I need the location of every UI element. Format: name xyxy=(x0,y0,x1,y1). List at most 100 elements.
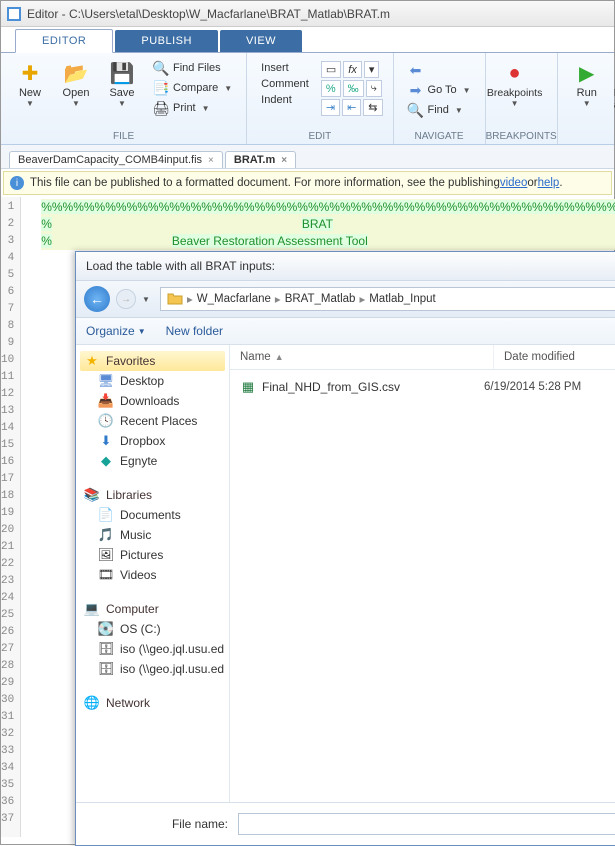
pictures-icon: 🖼 xyxy=(98,547,114,563)
sidebar-network-header[interactable]: 🌐Network xyxy=(80,693,225,713)
breakpoint-icon: ● xyxy=(503,61,527,85)
egnyte-icon: ◆ xyxy=(98,453,114,469)
print-button[interactable]: 🖨 Print ▼ xyxy=(149,99,236,117)
sidebar-item-recent[interactable]: 🕓Recent Places xyxy=(80,411,225,431)
sidebar-favorites-header[interactable]: ★Favorites xyxy=(80,351,225,371)
insert-more-button[interactable]: ▾ xyxy=(364,61,380,78)
dialog-bottom: File name: xyxy=(76,802,615,845)
nav-back-button[interactable]: ← xyxy=(84,286,110,312)
breadcrumb-item[interactable]: Matlab_Input xyxy=(369,293,436,305)
nav-history-dropdown[interactable]: ▼ xyxy=(142,295,154,304)
dialog-toolbar: Organize▼ New folder xyxy=(76,318,615,345)
group-title-edit: EDIT xyxy=(247,129,392,144)
app-icon xyxy=(7,7,21,21)
sidebar-item-drive-c[interactable]: 💽OS (C:) xyxy=(80,619,225,639)
ribbon-group-run: ▶ Run ▼ ▶ Run a Tim xyxy=(558,53,615,144)
documents-icon: 📄 xyxy=(98,507,114,523)
address-bar[interactable]: ▸ W_Macfarlane ▸ BRAT_Matlab ▸ Matlab_In… xyxy=(160,287,615,311)
sidebar-item-downloads[interactable]: 📥Downloads xyxy=(80,391,225,411)
filename-input[interactable] xyxy=(238,813,615,835)
new-folder-button[interactable]: New folder xyxy=(166,324,223,338)
arrow-left-icon: ⬅ xyxy=(408,62,424,78)
drive-icon: 💽 xyxy=(98,621,114,637)
comment-button[interactable]: Comment xyxy=(257,77,313,91)
folder-icon xyxy=(167,291,183,307)
goto-button[interactable]: ➡Go To▼ xyxy=(404,81,475,99)
compare-button[interactable]: 📑 Compare ▼ xyxy=(149,79,236,97)
breadcrumb-separator: ▸ xyxy=(185,292,195,306)
find-button[interactable]: 🔍Find▼ xyxy=(404,101,475,119)
tab-view[interactable]: VIEW xyxy=(220,30,302,52)
close-icon[interactable]: × xyxy=(281,155,287,166)
file-tab[interactable]: BRAT.m × xyxy=(225,151,296,168)
new-button[interactable]: ✚ New ▼ xyxy=(7,57,53,108)
insert-section-button[interactable]: ▭ xyxy=(321,61,341,78)
sidebar-item-videos[interactable]: 🎞Videos xyxy=(80,565,225,585)
dropdown-icon: ▼ xyxy=(511,99,519,108)
save-button[interactable]: 💾 Save ▼ xyxy=(99,57,145,108)
network-drive-icon: 🗄 xyxy=(98,661,114,677)
sidebar-item-pictures[interactable]: 🖼Pictures xyxy=(80,545,225,565)
insert-button[interactable]: Insert xyxy=(257,61,313,75)
dialog-title: Load the table with all BRAT inputs: xyxy=(76,252,615,281)
dropdown-icon: ▼ xyxy=(463,86,471,95)
sidebar-computer-header[interactable]: 💻Computer xyxy=(80,599,225,619)
filename-label: File name: xyxy=(88,817,238,831)
sidebar-item-network-drive[interactable]: 🗄iso (\\geo.jql.usu.ed xyxy=(80,659,225,679)
comment-pct-button[interactable]: % xyxy=(321,80,341,97)
organize-button[interactable]: Organize▼ xyxy=(86,324,146,338)
tab-publish[interactable]: PUBLISH xyxy=(115,30,218,52)
breadcrumb-item[interactable]: W_Macfarlane xyxy=(197,293,271,305)
sort-asc-icon: ▲ xyxy=(275,352,284,362)
breadcrumb-item[interactable]: BRAT_Matlab xyxy=(285,293,356,305)
insert-fx-button[interactable]: fx xyxy=(343,61,362,78)
compare-icon: 📑 xyxy=(153,80,169,96)
indent-left-button[interactable]: ⇤ xyxy=(342,99,361,116)
group-title-navigate: NAVIGATE xyxy=(394,129,485,144)
file-list-body[interactable]: ▦ Final_NHD_from_GIS.csv 6/19/2014 5:28 … xyxy=(230,370,615,802)
file-row[interactable]: ▦ Final_NHD_from_GIS.csv 6/19/2014 5:28 … xyxy=(230,376,615,398)
column-header-date[interactable]: Date modified xyxy=(494,345,615,369)
group-title-file: FILE xyxy=(1,129,246,144)
libraries-icon: 📚 xyxy=(84,487,100,503)
sidebar-item-music[interactable]: 🎵Music xyxy=(80,525,225,545)
smart-indent-button[interactable]: ⇆ xyxy=(363,99,382,116)
network-icon: 🌐 xyxy=(84,695,100,711)
tab-editor[interactable]: EDITOR xyxy=(15,29,113,53)
run-button[interactable]: ▶ Run ▼ xyxy=(564,57,610,108)
ribbon-tabs: EDITOR PUBLISH VIEW xyxy=(1,27,614,53)
close-icon[interactable]: × xyxy=(208,155,214,166)
sidebar-item-egnyte[interactable]: ◆Egnyte xyxy=(80,451,225,471)
dropdown-icon: ▼ xyxy=(138,327,146,336)
ribbon-group-breakpoints: ● Breakpoints ▼ BREAKPOINTS xyxy=(486,53,558,144)
find-files-button[interactable]: 🔍 Find Files xyxy=(149,59,236,77)
file-tab[interactable]: BeaverDamCapacity_COMB4input.fis × xyxy=(9,151,223,168)
sidebar-item-dropbox[interactable]: ⬇Dropbox xyxy=(80,431,225,451)
indent-button[interactable]: Indent xyxy=(257,93,313,107)
open-button[interactable]: 📂 Open ▼ xyxy=(53,57,99,108)
dropdown-icon: ▼ xyxy=(72,99,80,108)
network-drive-icon: 🗄 xyxy=(98,641,114,657)
indent-right-button[interactable]: ⇥ xyxy=(321,99,340,116)
breakpoints-button[interactable]: ● Breakpoints ▼ xyxy=(492,57,538,108)
column-header-name[interactable]: Name▲ xyxy=(230,345,494,369)
sidebar-item-documents[interactable]: 📄Documents xyxy=(80,505,225,525)
desktop-icon: 🖥 xyxy=(98,373,114,389)
nav-back-button[interactable]: ⬅ xyxy=(404,61,475,79)
run-and-time-button[interactable]: ▶ Run a Tim xyxy=(610,57,615,123)
video-link[interactable]: video xyxy=(500,177,528,189)
sidebar-libraries-header[interactable]: 📚Libraries xyxy=(80,485,225,505)
file-list: Name▲ Date modified ▦ Final_NHD_from_GIS… xyxy=(230,345,615,802)
csv-file-icon: ▦ xyxy=(240,379,256,395)
sidebar-item-network-drive[interactable]: 🗄iso (\\geo.jql.usu.ed xyxy=(80,639,225,659)
nav-forward-button[interactable]: → xyxy=(116,289,136,309)
videos-icon: 🎞 xyxy=(98,567,114,583)
uncomment-button[interactable]: ‰ xyxy=(343,80,364,97)
publish-infobar: i This file can be published to a format… xyxy=(3,171,612,195)
computer-icon: 💻 xyxy=(84,601,100,617)
help-link[interactable]: help xyxy=(538,177,560,189)
group-title-breakpoints: BREAKPOINTS xyxy=(486,129,557,144)
comment-wrap-button[interactable]: ⤷ xyxy=(366,80,382,97)
sidebar-item-desktop[interactable]: 🖥Desktop xyxy=(80,371,225,391)
dialog-sidebar: ★Favorites 🖥Desktop 📥Downloads 🕓Recent P… xyxy=(76,345,230,802)
